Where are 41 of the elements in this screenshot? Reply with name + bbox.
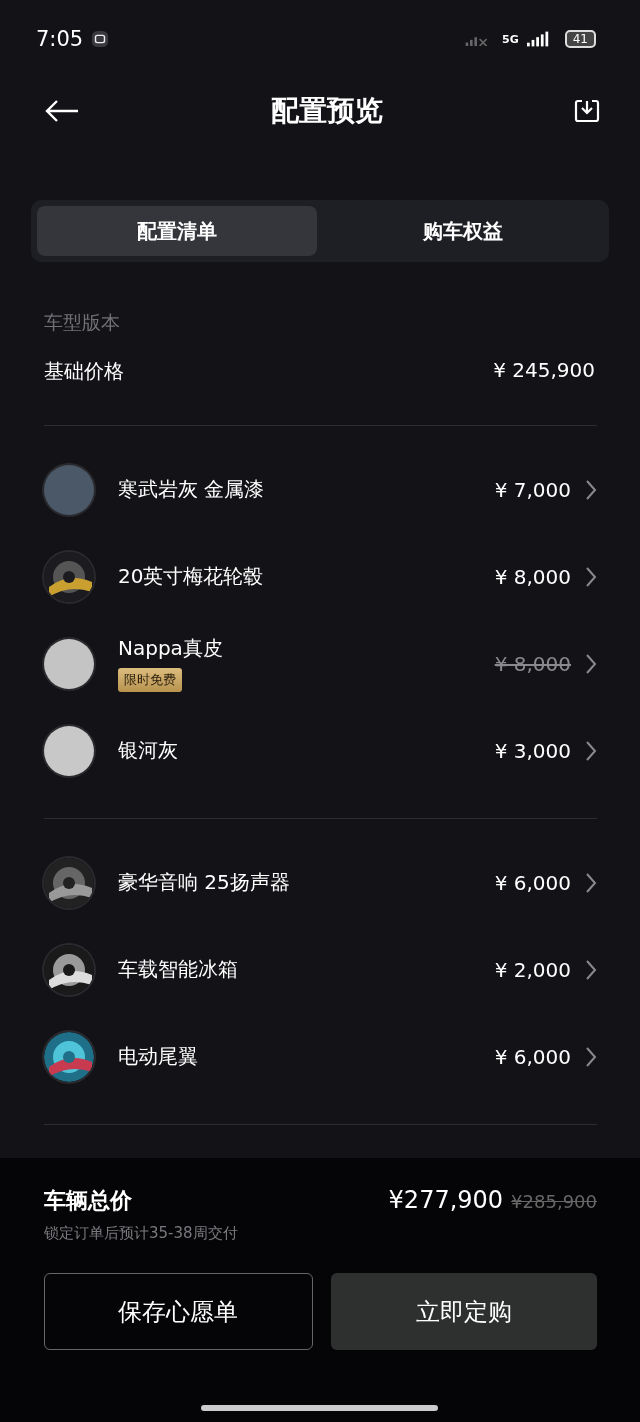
back-arrow-icon[interactable]	[44, 99, 80, 123]
original-price: ¥285,900	[511, 1191, 597, 1212]
item-price: ¥ 8,000	[494, 564, 571, 589]
tab[interactable]: 购车权益	[323, 206, 603, 256]
chevron-right-icon[interactable]	[585, 1045, 597, 1068]
download-icon[interactable]	[574, 98, 600, 124]
page-title: 配置预览	[271, 93, 383, 129]
item-price: ¥ 3,000	[494, 738, 571, 763]
chevron-right-icon[interactable]	[585, 871, 597, 894]
network-label: 5G	[502, 32, 519, 46]
chevron-right-icon[interactable]	[585, 565, 597, 588]
battery-indicator: 41	[564, 30, 596, 48]
chevron-right-icon[interactable]	[585, 478, 597, 501]
section-label: 车型版本	[44, 310, 121, 335]
wishlist-button[interactable]: 保存心愿单	[44, 1273, 313, 1350]
item-price: ¥ 245,900	[493, 358, 595, 384]
item-price: ¥ 8,000	[494, 651, 571, 676]
item-price: ¥ 7,000	[494, 477, 571, 502]
item-price: ¥ 2,000	[494, 957, 571, 982]
item-name: Nappa真皮	[118, 635, 223, 662]
item-name: 银河灰	[118, 737, 178, 764]
item-price: ¥ 6,000	[494, 1044, 571, 1069]
delivery-note: 锁定订单后预计35-38周交付	[44, 1224, 239, 1243]
total-price: ¥277,900	[388, 1186, 504, 1214]
chevron-right-icon[interactable]	[585, 652, 597, 675]
chevron-right-icon[interactable]	[585, 739, 597, 762]
item-name: 基础价格	[44, 358, 124, 385]
order-button[interactable]: 立即定购	[330, 1273, 597, 1350]
item-name: 20英寸梅花轮毂	[118, 563, 264, 590]
signal-icon	[526, 31, 551, 47]
total-label: 车辆总价	[44, 1187, 133, 1215]
item-name: 车载智能冰箱	[118, 956, 238, 983]
item-name: 豪华音响 25扬声器	[118, 869, 290, 896]
chevron-right-icon[interactable]	[585, 958, 597, 981]
item-name: 寒武岩灰 金属漆	[118, 476, 265, 503]
status-time: 7:05	[36, 27, 84, 51]
app-notification-icon	[91, 30, 110, 48]
promo-badge: 限时免费	[118, 668, 182, 692]
item-price: ¥ 6,000	[494, 870, 571, 895]
tab[interactable]: 配置清单	[37, 206, 317, 256]
item-name: 电动尾翼	[118, 1043, 198, 1070]
